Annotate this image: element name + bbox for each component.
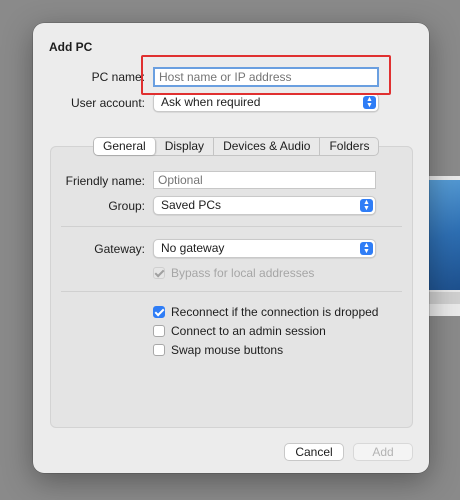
settings-tabs: General Display Devices & Audio Folders <box>93 137 380 156</box>
tab-folders[interactable]: Folders <box>320 138 378 155</box>
chevron-updown-icon: ▲ ▼ <box>360 242 373 255</box>
add-button[interactable]: Add <box>353 443 413 461</box>
friendly-name-label: Friendly name: <box>65 174 145 188</box>
admin-session-checkbox-row[interactable]: Connect to an admin session <box>153 324 326 338</box>
reconnect-checkbox-row[interactable]: Reconnect if the connection is dropped <box>153 305 378 319</box>
swap-mouse-label[interactable]: Swap mouse buttons <box>171 343 283 357</box>
reconnect-label[interactable]: Reconnect if the connection is dropped <box>171 305 378 319</box>
tab-display[interactable]: Display <box>156 138 215 155</box>
user-account-value: Ask when required <box>161 95 261 109</box>
friendly-name-input[interactable] <box>153 171 376 189</box>
reconnect-checkbox[interactable] <box>153 306 165 318</box>
group-value: Saved PCs <box>161 198 222 212</box>
tab-general[interactable]: General <box>94 138 156 155</box>
cancel-button[interactable]: Cancel <box>284 443 344 461</box>
bypass-local-label: Bypass for local addresses <box>171 266 315 280</box>
tab-devices-audio[interactable]: Devices & Audio <box>214 138 321 155</box>
annotation-highlight-box <box>141 55 391 95</box>
gateway-value: No gateway <box>161 241 225 255</box>
chevron-updown-icon: ▲ ▼ <box>363 96 376 109</box>
divider <box>61 226 402 227</box>
user-account-label: User account: <box>70 96 145 110</box>
divider <box>61 291 402 292</box>
chevron-updown-icon: ▲ ▼ <box>360 199 373 212</box>
pc-name-label: PC name: <box>91 70 145 84</box>
gateway-select[interactable]: No gateway ▲ ▼ <box>153 239 376 258</box>
swap-mouse-checkbox-row[interactable]: Swap mouse buttons <box>153 343 283 357</box>
admin-session-checkbox[interactable] <box>153 325 165 337</box>
background-desktop-thumbnail <box>426 180 460 290</box>
group-label: Group: <box>108 199 145 213</box>
bypass-local-checkbox-row: Bypass for local addresses <box>153 266 314 280</box>
gateway-label: Gateway: <box>94 242 145 256</box>
bypass-local-checkbox <box>153 267 165 279</box>
admin-session-label[interactable]: Connect to an admin session <box>171 324 326 338</box>
swap-mouse-checkbox[interactable] <box>153 344 165 356</box>
background-thumbnail-strip <box>426 292 460 304</box>
user-account-select[interactable]: Ask when required ▲ ▼ <box>153 93 379 112</box>
dialog-title: Add PC <box>49 40 93 54</box>
group-select[interactable]: Saved PCs ▲ ▼ <box>153 196 376 215</box>
